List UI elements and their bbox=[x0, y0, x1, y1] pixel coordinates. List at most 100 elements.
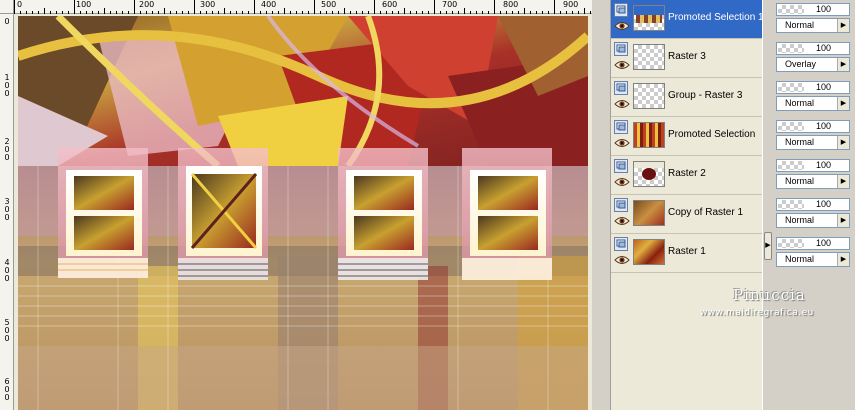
layers-palette: Promoted Selection 1 Raster 3 Group - Rast… bbox=[610, 0, 764, 410]
blend-mode-select[interactable]: Overlay ▶ bbox=[776, 57, 850, 72]
blend-mode-value: Normal bbox=[785, 20, 815, 30]
ruler-label: 0 bbox=[4, 17, 10, 26]
blend-mode-select[interactable]: Normal ▶ bbox=[776, 18, 850, 33]
layer-row[interactable]: Raster 3 bbox=[611, 39, 763, 78]
layer-thumbnail bbox=[633, 161, 665, 187]
opacity-swatch bbox=[778, 5, 804, 14]
ruler-horizontal: 0 100 200 300 400 500 600 700 800 900 bbox=[14, 0, 592, 14]
eye-icon[interactable] bbox=[614, 138, 630, 148]
ruler-label: 2 0 0 bbox=[4, 137, 10, 162]
opacity-swatch bbox=[778, 239, 804, 248]
opacity-value: 100 bbox=[815, 199, 831, 209]
ruler-vertical: 0 1 0 0 2 0 0 3 0 0 4 0 0 5 0 0 6 0 0 bbox=[0, 14, 14, 410]
layer-blend-controls: 100 Overlay ▶ bbox=[774, 39, 852, 78]
layer-name: Group - Raster 3 bbox=[668, 90, 743, 101]
eye-icon[interactable] bbox=[614, 21, 630, 31]
ruler-corner bbox=[0, 0, 14, 14]
opacity-field[interactable]: 100 bbox=[776, 159, 850, 172]
blend-mode-select[interactable]: Normal ▶ bbox=[776, 213, 850, 228]
layer-visibility-icon[interactable] bbox=[614, 42, 628, 56]
triangle-right-icon[interactable]: ▶ bbox=[837, 58, 849, 71]
layer-row[interactable]: Group - Raster 3 bbox=[611, 78, 763, 117]
layer-visibility-icon[interactable] bbox=[614, 237, 628, 251]
triangle-right-icon[interactable]: ▶ bbox=[764, 232, 772, 260]
layer-thumbnail bbox=[633, 83, 665, 109]
opacity-value: 100 bbox=[815, 43, 831, 53]
triangle-right-icon[interactable]: ▶ bbox=[837, 175, 849, 188]
ruler-label: 1 0 0 bbox=[4, 73, 10, 98]
layer-name: Raster 1 bbox=[668, 246, 706, 257]
opacity-swatch bbox=[778, 122, 804, 131]
triangle-right-icon[interactable]: ▶ bbox=[837, 214, 849, 227]
layer-row[interactable]: Promoted Selection 1 bbox=[611, 0, 764, 39]
opacity-value: 100 bbox=[815, 4, 831, 14]
blend-mode-value: Normal bbox=[785, 254, 815, 264]
watermark-name: Pinuccia bbox=[733, 286, 806, 304]
frame-2 bbox=[178, 148, 268, 280]
opacity-swatch bbox=[778, 161, 804, 170]
layer-name: Promoted Selection 1 bbox=[668, 12, 764, 23]
layer-name: Promoted Selection bbox=[668, 129, 756, 140]
opacity-swatch bbox=[778, 200, 804, 209]
psp-workspace: 0 100 200 300 400 500 600 700 800 900 0 … bbox=[0, 0, 855, 410]
opacity-field[interactable]: 100 bbox=[776, 198, 850, 211]
opacity-field[interactable]: 100 bbox=[776, 237, 850, 250]
ruler-ticks bbox=[14, 0, 591, 14]
palette-splitter[interactable]: ▶ bbox=[762, 0, 772, 410]
opacity-value: 100 bbox=[815, 238, 831, 248]
eye-icon[interactable] bbox=[614, 99, 630, 109]
blend-mode-value: Normal bbox=[785, 215, 815, 225]
layer-thumbnail bbox=[633, 44, 665, 70]
layer-blend-controls: 100 Normal ▶ bbox=[774, 234, 852, 273]
opacity-value: 100 bbox=[815, 160, 831, 170]
layer-row[interactable]: Raster 1 bbox=[611, 234, 763, 273]
layer-thumbnail bbox=[633, 122, 665, 148]
layer-visibility-icon[interactable] bbox=[614, 159, 628, 173]
opacity-field[interactable]: 100 bbox=[776, 3, 850, 16]
opacity-field[interactable]: 100 bbox=[776, 81, 850, 94]
triangle-right-icon[interactable]: ▶ bbox=[837, 97, 849, 110]
layer-visibility-icon[interactable] bbox=[614, 3, 628, 17]
layer-row[interactable]: Copy of Raster 1 bbox=[611, 195, 763, 234]
blend-mode-select[interactable]: Normal ▶ bbox=[776, 252, 850, 267]
blend-mode-select[interactable]: Normal ▶ bbox=[776, 174, 850, 189]
canvas-image[interactable] bbox=[18, 16, 588, 410]
artwork bbox=[18, 16, 588, 410]
triangle-right-icon[interactable]: ▶ bbox=[837, 136, 849, 149]
frame-1 bbox=[58, 148, 148, 278]
layer-name: Raster 2 bbox=[668, 168, 706, 179]
eye-icon[interactable] bbox=[614, 177, 630, 187]
frame-3 bbox=[338, 148, 428, 280]
triangle-right-icon[interactable]: ▶ bbox=[837, 253, 849, 266]
opacity-value: 100 bbox=[815, 121, 831, 131]
layer-blend-controls: 100 Normal ▶ bbox=[774, 78, 852, 117]
opacity-field[interactable]: 100 bbox=[776, 42, 850, 55]
opacity-swatch bbox=[778, 44, 804, 53]
layer-visibility-icon[interactable] bbox=[614, 198, 628, 212]
layer-blend-controls: 100 Normal ▶ bbox=[774, 156, 852, 195]
blend-mode-value: Normal bbox=[785, 137, 815, 147]
layer-visibility-icon[interactable] bbox=[614, 120, 628, 134]
blend-mode-value: Normal bbox=[785, 98, 815, 108]
opacity-field[interactable]: 100 bbox=[776, 120, 850, 133]
blend-column: 100 Normal ▶ 100 Overlay ▶ 100 Normal ▶ 100 Normal… bbox=[772, 0, 855, 410]
blend-mode-select[interactable]: Normal ▶ bbox=[776, 96, 850, 111]
eye-icon[interactable] bbox=[614, 60, 630, 70]
blend-mode-select[interactable]: Normal ▶ bbox=[776, 135, 850, 150]
blend-mode-value: Overlay bbox=[785, 59, 817, 69]
canvas-area[interactable]: 0 100 200 300 400 500 600 700 800 900 0 … bbox=[0, 0, 592, 410]
eye-icon[interactable] bbox=[614, 255, 630, 265]
layer-blend-controls: 100 Normal ▶ bbox=[774, 117, 852, 156]
layer-row[interactable]: Raster 2 bbox=[611, 156, 763, 195]
layer-thumbnail bbox=[633, 239, 665, 265]
ruler-label: 3 0 0 bbox=[4, 197, 10, 222]
blend-mode-value: Normal bbox=[785, 176, 815, 186]
eye-icon[interactable] bbox=[614, 216, 630, 226]
workspace-gap bbox=[592, 0, 610, 410]
triangle-right-icon[interactable]: ▶ bbox=[837, 19, 849, 32]
layer-visibility-icon[interactable] bbox=[614, 81, 628, 95]
layer-blend-controls: 100 Normal ▶ bbox=[774, 195, 852, 234]
layer-name: Copy of Raster 1 bbox=[668, 207, 744, 218]
layer-thumbnail bbox=[633, 5, 665, 31]
layer-row[interactable]: Promoted Selection bbox=[611, 117, 763, 156]
